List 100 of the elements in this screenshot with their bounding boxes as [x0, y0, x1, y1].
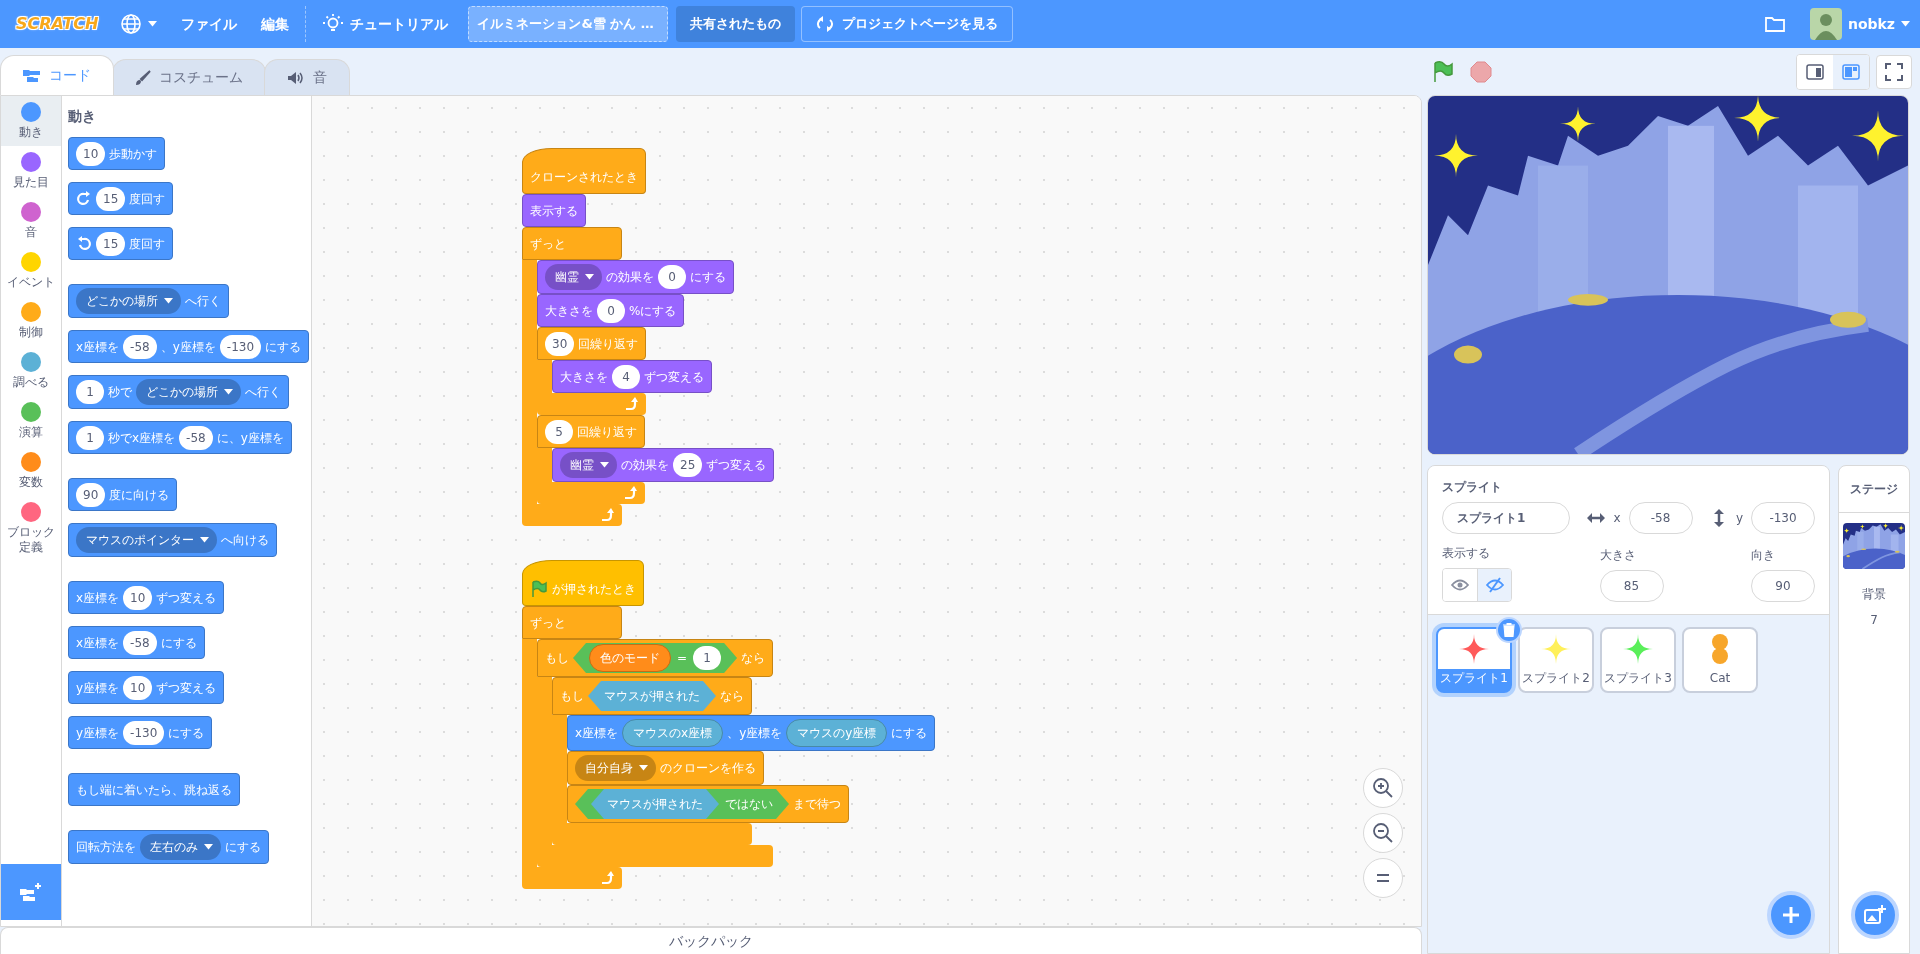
- number-input[interactable]: 4: [612, 364, 640, 389]
- code-block[interactable]: 幽霊 の効果を 25 ずつ変える: [552, 448, 775, 482]
- reset-zoom-button[interactable]: [1363, 858, 1403, 898]
- size-field[interactable]: 85: [1599, 570, 1664, 602]
- number-input[interactable]: 10: [123, 675, 153, 700]
- number-input[interactable]: 0: [597, 298, 625, 323]
- dropdown-menu[interactable]: どこかの場所: [136, 379, 241, 405]
- number-input[interactable]: 25: [673, 453, 703, 477]
- code-block[interactable]: y座標を -130 にする: [68, 716, 213, 749]
- sprite-tile[interactable]: Cat: [1682, 627, 1758, 693]
- category-item[interactable]: ブロック定義: [1, 496, 61, 561]
- dropdown-menu[interactable]: 左右のみ: [140, 834, 221, 860]
- code-block[interactable]: x座標を -58 、y座標を -130 にする: [68, 330, 310, 363]
- caret-icon: [639, 765, 648, 771]
- sprite-tile[interactable]: スプライト3: [1600, 627, 1676, 693]
- code-block[interactable]: どこかの場所 へ行く: [68, 284, 229, 318]
- zoom-in-button[interactable]: [1363, 768, 1403, 808]
- direction-field[interactable]: 90: [1751, 570, 1815, 602]
- number-input[interactable]: 1: [76, 425, 104, 450]
- crossed-eye-icon: [1485, 577, 1504, 593]
- dropdown-menu[interactable]: 幽霊: [560, 452, 617, 478]
- number-input[interactable]: -130: [219, 334, 262, 359]
- dropdown-menu[interactable]: どこかの場所: [76, 288, 181, 314]
- code-block[interactable]: 15 度回す: [68, 182, 174, 215]
- normal-stage-icon: [1842, 63, 1860, 80]
- number-input[interactable]: 90: [76, 482, 106, 507]
- backdrop-count: 7: [1870, 612, 1878, 629]
- shared-button[interactable]: 共有されたもの: [676, 6, 796, 42]
- sprite-name-field[interactable]: スプライト1: [1442, 502, 1570, 534]
- number-input[interactable]: -130: [123, 720, 165, 745]
- code-block[interactable]: 1 秒で どこかの場所 へ行く: [68, 375, 289, 409]
- code-block[interactable]: 5 回繰り返す: [537, 415, 645, 448]
- code-block[interactable]: 15 度回す: [68, 227, 174, 260]
- field-label: y: [1735, 510, 1743, 527]
- code-block[interactable]: 90 度に向ける: [68, 478, 178, 511]
- number-input[interactable]: 10: [123, 585, 153, 610]
- backpack-bar[interactable]: バックパック: [0, 927, 1422, 954]
- hide-button[interactable]: [1477, 569, 1511, 601]
- add-sprite-button[interactable]: [1767, 891, 1815, 939]
- editor-tab[interactable]: コスチューム: [112, 59, 266, 95]
- add-extension-button[interactable]: [1, 864, 61, 920]
- code-block[interactable]: 大きさを 4 ずつ変える: [552, 360, 712, 393]
- number-input[interactable]: 10: [76, 141, 106, 166]
- number-input[interactable]: 1: [693, 646, 722, 670]
- add-backdrop-button[interactable]: [1851, 891, 1899, 939]
- number-input[interactable]: -58: [123, 630, 157, 655]
- number-input[interactable]: 5: [545, 419, 573, 444]
- code-block[interactable]: x座標を 10 ずつ変える: [68, 581, 225, 614]
- caret-icon: [600, 462, 609, 468]
- flag-icon: [1431, 59, 1455, 84]
- caret-icon: [224, 389, 233, 395]
- number-input[interactable]: 0: [658, 265, 686, 289]
- stop-icon: [1469, 59, 1493, 84]
- code-block[interactable]: 表示する: [522, 194, 586, 227]
- small-stage-icon: [1806, 63, 1824, 80]
- avatar-icon: [1809, 8, 1842, 40]
- code-block[interactable]: 大きさを 0 %にする: [537, 294, 685, 327]
- caret-icon: [1901, 21, 1910, 27]
- number-input[interactable]: 15: [96, 231, 126, 256]
- sprite-tile[interactable]: スプライト2: [1518, 627, 1594, 693]
- fullscreen-button[interactable]: [1876, 54, 1912, 89]
- y-field[interactable]: -130: [1751, 502, 1815, 534]
- caret-icon: [164, 298, 173, 304]
- number-input[interactable]: -58: [179, 425, 213, 450]
- code-block[interactable]: マウスのポインター へ向ける: [68, 523, 277, 557]
- code-block[interactable]: 回転方法を 左右のみ にする: [68, 830, 269, 864]
- category-item[interactable]: 音: [1, 196, 61, 246]
- code-block[interactable]: x座標を -58 にする: [68, 626, 205, 659]
- category-item[interactable]: イベント: [1, 246, 61, 296]
- code-block[interactable]: 30 回繰り返す: [537, 327, 647, 360]
- brush-icon: [135, 69, 151, 86]
- caret-icon: [148, 21, 158, 27]
- code-block[interactable]: 10 歩動かす: [68, 137, 166, 170]
- caret-icon: [585, 274, 594, 280]
- loop-arrow-icon: [624, 397, 638, 411]
- number-input[interactable]: -58: [123, 334, 157, 359]
- dropdown-menu[interactable]: 幽霊: [545, 264, 602, 290]
- field-label: 大きさ: [1599, 547, 1637, 564]
- category-item[interactable]: 見た目: [1, 146, 61, 196]
- x-field[interactable]: -58: [1628, 502, 1693, 534]
- number-input[interactable]: 30: [545, 331, 575, 356]
- category-heading: 動き: [68, 107, 96, 126]
- number-input[interactable]: 1: [76, 380, 104, 404]
- category-item[interactable]: 変数: [1, 446, 61, 496]
- editor-tab[interactable]: 音: [264, 59, 350, 95]
- category-item[interactable]: 演算: [1, 396, 61, 446]
- code-block[interactable]: 1 秒でx座標を -58 に、y座標を: [68, 421, 292, 454]
- code-block[interactable]: 幽霊 の効果を 0 にする: [537, 260, 734, 294]
- dropdown-menu[interactable]: マウスのポインター: [76, 527, 217, 553]
- code-block[interactable]: もし 色のモード = 1 なら: [537, 639, 774, 677]
- code-block[interactable]: y座標を 10 ずつ変える: [68, 671, 225, 704]
- folder-icon: [1763, 15, 1786, 33]
- zoom-out-button[interactable]: [1363, 813, 1403, 853]
- delete-button[interactable]: [1496, 617, 1522, 643]
- category-item[interactable]: 調べる: [1, 346, 61, 396]
- boolean-block[interactable]: 色のモード = 1: [573, 643, 738, 673]
- category-item[interactable]: 動き: [1, 96, 61, 146]
- number-input[interactable]: 15: [96, 186, 126, 211]
- caret-icon: [200, 537, 209, 543]
- category-item[interactable]: 制御: [1, 296, 61, 346]
